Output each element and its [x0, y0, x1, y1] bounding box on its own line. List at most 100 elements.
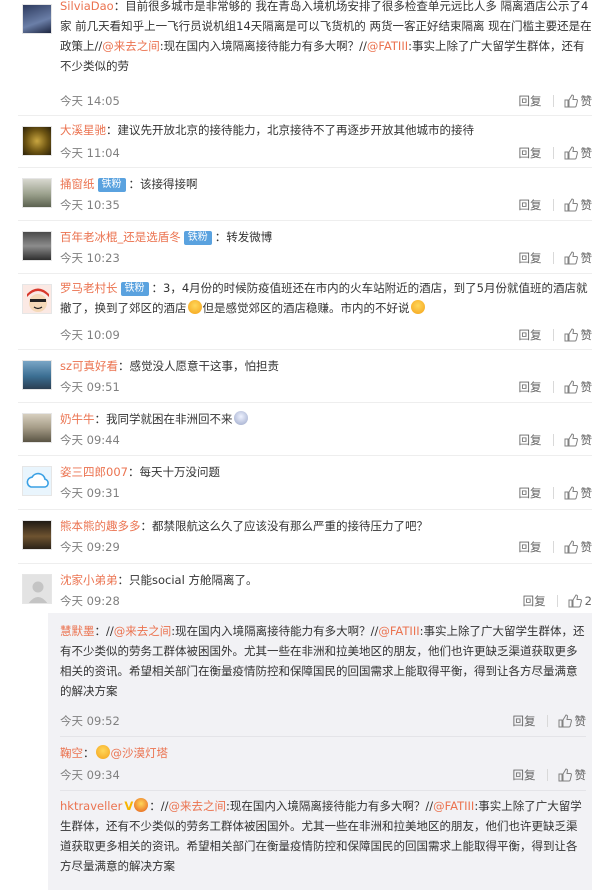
like-button[interactable]: 赞 — [564, 539, 593, 555]
reply-footer: 今天 09:52 回复 赞 — [60, 712, 586, 730]
comment-time: 今天 09:44 — [60, 433, 120, 447]
like-button[interactable]: 赞 — [564, 432, 593, 448]
comment-footer: 今天 10:09 回复 赞 — [60, 326, 592, 344]
like-count: 2 — [584, 594, 592, 608]
comment-text: 每天十万没问题 — [139, 465, 220, 479]
reply-body: 慧默墨：//@来去之间:现在国内入境隔离接待能力有多大啊？//@FATIII:事… — [60, 624, 585, 698]
thumb-up-icon — [564, 328, 578, 342]
thumb-up-icon — [564, 486, 578, 500]
comment-username[interactable]: 奶牛牛 — [60, 412, 95, 426]
reply-button[interactable]: 回复 — [519, 95, 554, 107]
comment-username[interactable]: 罗马老村长 — [60, 281, 118, 295]
avatar[interactable] — [22, 284, 52, 314]
comment-item: 捅窗纸 铁粉 ：该接得接啊 今天 10:35 回复 赞 — [0, 168, 606, 221]
like-label: 赞 — [580, 433, 593, 447]
like-button[interactable]: 赞 — [564, 327, 593, 343]
avatar[interactable] — [22, 413, 52, 443]
emoji-icon — [187, 300, 202, 314]
thumb-up-icon — [564, 94, 578, 108]
thumb-up-icon — [564, 251, 578, 265]
comment-footer: 今天 10:23 回复 赞 — [60, 249, 592, 267]
reply-body: hktraveller V ：//@来去之间:现在国内入境隔离接待能力有多大啊？//… — [60, 796, 586, 876]
reply-list: 慧默墨：//@来去之间:现在国内入境隔离接待能力有多大啊？//@FATIII:事… — [0, 613, 606, 890]
comment-item: 沈家小弟弟：只能social 方舱隔离了。 今天 09:28 回复 2 — [0, 564, 606, 613]
reply-time: 今天 09:34 — [60, 768, 120, 782]
mention-link[interactable]: @FATIII — [367, 39, 408, 53]
vip-icon: V — [124, 799, 134, 813]
comment-username[interactable]: 熊本熊的趣多多 — [60, 519, 141, 533]
comment-body: 百年老冰棍_还是选盾冬 铁粉 ：转发微博 — [60, 230, 273, 245]
comment-text: 建议先开放北京的接待能力，北京接待不了再逐步开放其他城市的接待 — [117, 123, 475, 137]
thumb-up-icon — [558, 714, 572, 728]
avatar[interactable] — [22, 520, 52, 550]
thumb-up-icon — [568, 594, 582, 608]
avatar[interactable] — [22, 126, 52, 156]
reply-button[interactable]: 回复 — [519, 147, 554, 159]
avatar[interactable] — [22, 574, 52, 604]
reply-button[interactable]: 回复 — [519, 329, 554, 341]
mention-link[interactable]: @沙漠灯塔 — [111, 746, 169, 760]
comment-username[interactable]: SilviaDao — [60, 0, 114, 13]
reply-username[interactable]: hktraveller — [60, 799, 122, 813]
comment-footer: 今天 09:28 回复 2 — [60, 592, 592, 610]
reply-button[interactable]: 回复 — [519, 252, 554, 264]
like-label: 赞 — [580, 251, 593, 265]
comment-body: 大溪星驰：建议先开放北京的接待能力，北京接待不了再逐步开放其他城市的接待 — [60, 123, 475, 137]
avatar[interactable] — [22, 4, 52, 34]
comment-text: 只能social 方舱隔离了。 — [129, 573, 258, 587]
reply-button[interactable]: 回复 — [513, 715, 548, 727]
comment-username[interactable]: 沈家小弟弟 — [60, 573, 118, 587]
comment-username[interactable]: 大溪星驰 — [60, 123, 106, 137]
like-label: 赞 — [580, 328, 593, 342]
comment-username[interactable]: 百年老冰棍_还是选盾冬 — [60, 230, 181, 244]
mention-link[interactable]: @来去之间 — [102, 39, 160, 53]
reply-button[interactable]: 回复 — [519, 381, 554, 393]
avatar[interactable] — [22, 360, 52, 390]
comment-body: 姿三四郎007：每天十万没问题 — [60, 465, 220, 479]
comment-time: 今天 10:35 — [60, 198, 120, 212]
comment-body: 沈家小弟弟：只能social 方舱隔离了。 — [60, 573, 258, 587]
like-button[interactable]: 赞 — [564, 250, 593, 266]
like-button[interactable]: 赞 — [558, 713, 586, 729]
comment-time: 今天 09:28 — [60, 594, 120, 608]
reply-button[interactable]: 回复 — [523, 595, 558, 607]
comment-body: 捅窗纸 铁粉 ：该接得接啊 — [60, 177, 198, 192]
avatar[interactable] — [22, 231, 52, 261]
like-button[interactable]: 赞 — [564, 145, 592, 161]
comment-username[interactable]: sz可真好看 — [60, 359, 118, 373]
like-button[interactable]: 赞 — [564, 197, 592, 213]
like-button[interactable]: 赞 — [558, 767, 587, 783]
like-button[interactable]: 2 — [568, 594, 592, 608]
mention-link[interactable]: @来去之间 — [168, 799, 226, 813]
fan-badge: 铁粉 — [97, 178, 126, 192]
crown-emoji-icon — [134, 798, 149, 812]
reply-item: 慧默墨：//@来去之间:现在国内入境隔离接待能力有多大啊？//@FATIII:事… — [0, 613, 606, 737]
thumb-up-icon — [558, 768, 572, 782]
reply-button[interactable]: 回复 — [513, 769, 548, 781]
mention-link[interactable]: @来去之间 — [114, 624, 172, 638]
thumb-up-icon — [564, 540, 578, 554]
reply-username[interactable]: 慧默墨 — [60, 624, 95, 638]
mention-link[interactable]: @FATIII — [433, 799, 474, 813]
reply-button[interactable]: 回复 — [519, 434, 554, 446]
mention-link[interactable]: @FATIII — [378, 624, 419, 638]
comment-username[interactable]: 捅窗纸 — [60, 177, 95, 191]
like-button[interactable]: 赞 — [564, 485, 592, 501]
thumb-up-icon — [564, 433, 578, 447]
like-button[interactable]: 赞 — [564, 379, 592, 395]
comment-time: 今天 09:31 — [60, 486, 120, 500]
comment-footer: 今天 09:51 回复 赞 — [60, 378, 592, 396]
avatar[interactable] — [22, 178, 52, 208]
comment-username[interactable]: 姿三四郎007 — [60, 465, 128, 479]
reply-button[interactable]: 回复 — [519, 199, 554, 211]
like-button[interactable]: 赞 — [564, 93, 592, 109]
reply-username[interactable]: 鞠空 — [60, 746, 83, 760]
comment-body: sz可真好看：感觉没人愿意干这事，怕担责 — [60, 359, 280, 373]
hug-emoji-icon — [95, 745, 110, 759]
reply-button[interactable]: 回复 — [519, 541, 554, 553]
like-label: 赞 — [580, 540, 593, 554]
reply-time: 今天 09:52 — [60, 714, 120, 728]
avatar[interactable] — [22, 466, 52, 496]
reply-button[interactable]: 回复 — [519, 487, 554, 499]
like-label: 赞 — [574, 768, 587, 782]
